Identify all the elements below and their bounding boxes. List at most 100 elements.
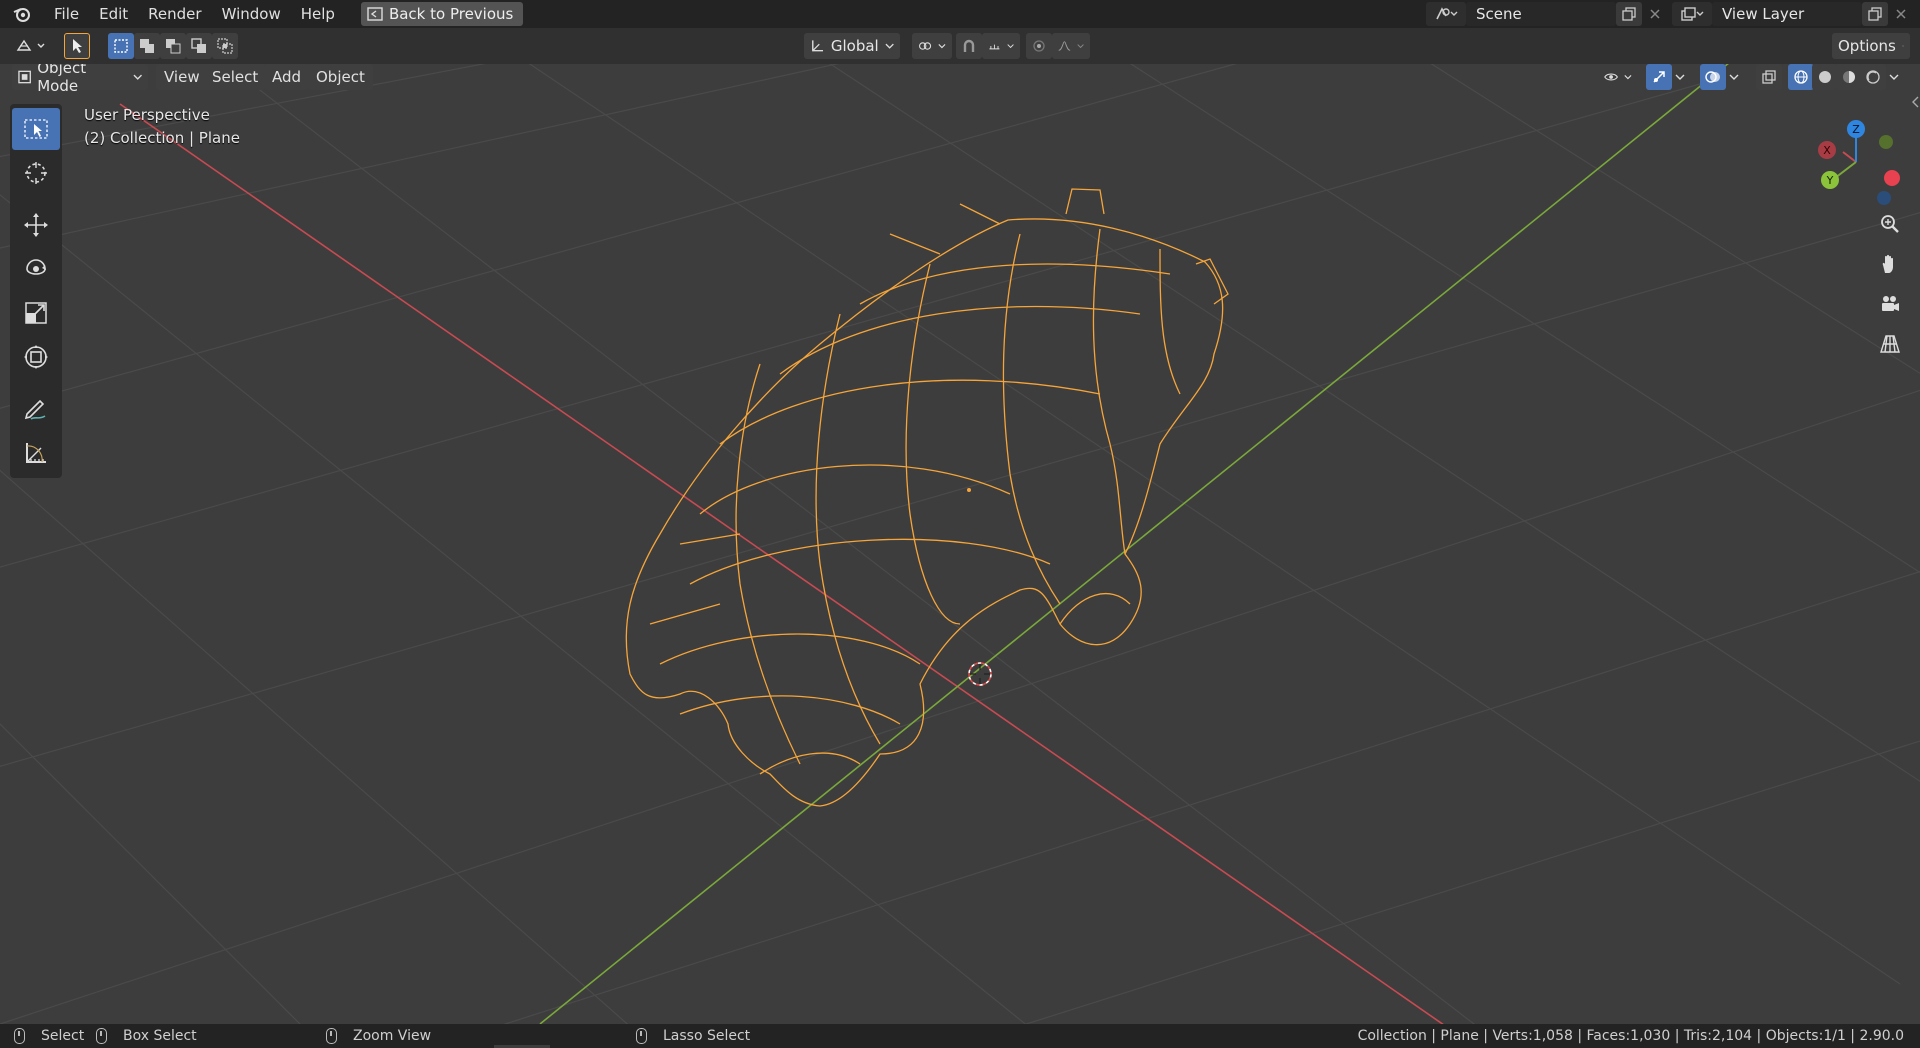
top-menu-bar: File Edit Render Window Help Back to Pre… xyxy=(0,0,1920,28)
tool-rotate-icon[interactable] xyxy=(12,248,60,290)
select-mode-intersect-icon[interactable] xyxy=(212,33,238,59)
status-select-hint: Select xyxy=(14,1024,84,1048)
gizmo-z-label: Z xyxy=(1852,123,1860,136)
tool-transform-icon[interactable] xyxy=(12,336,60,378)
blender-logo-icon[interactable] xyxy=(0,0,44,28)
status-bar: Select Box Select Zoom View Lasso Select… xyxy=(0,1024,1920,1048)
status-lasso-select-label: Lasso Select xyxy=(663,1028,751,1044)
gizmo-x-label: X xyxy=(1823,144,1831,157)
x-axis-line xyxy=(119,103,1444,1024)
pivot-point-dropdown[interactable] xyxy=(912,33,952,59)
scene-duplicate-icon[interactable] xyxy=(1616,2,1642,26)
shading-rendered-icon[interactable] xyxy=(1860,64,1886,90)
chevron-down-icon xyxy=(938,44,946,49)
status-box-select-label: Box Select xyxy=(123,1028,197,1044)
select-mode-new-icon[interactable] xyxy=(108,33,134,59)
chevron-down-icon xyxy=(885,43,894,49)
chevron-down-icon xyxy=(1901,45,1904,47)
options-dropdown[interactable]: Options xyxy=(1832,33,1910,59)
pivot-point-icon xyxy=(919,42,932,50)
view-layer-name-field[interactable]: View Layer xyxy=(1712,2,1862,26)
eye-icon xyxy=(1604,73,1618,81)
overlays-toggle-icon[interactable] xyxy=(1700,64,1726,90)
orientation-icon xyxy=(812,40,824,52)
xray-toggle-icon[interactable] xyxy=(1756,64,1782,90)
proportional-falloff-dropdown[interactable] xyxy=(1052,33,1090,59)
pan-hand-icon[interactable] xyxy=(1872,246,1908,282)
sidebar-toggle-chevron-icon[interactable] xyxy=(1910,94,1920,110)
floor-grid xyxy=(0,64,1920,1024)
menu-window[interactable]: Window xyxy=(212,0,291,28)
options-label: Options xyxy=(1838,37,1896,55)
status-lasso-select-hint: Lasso Select xyxy=(636,1024,750,1048)
shading-solid-icon[interactable] xyxy=(1812,64,1838,90)
tool-annotate-icon[interactable] xyxy=(12,388,60,430)
gizmo-options-chevron-icon[interactable] xyxy=(1672,64,1688,90)
perspective-grid-icon[interactable] xyxy=(1872,326,1908,362)
gizmo-toggle-icon[interactable] xyxy=(1646,64,1672,90)
mouse-right-icon xyxy=(636,1028,647,1044)
proportional-editing-icon[interactable] xyxy=(1026,33,1052,59)
select-mode-difference-icon[interactable] xyxy=(186,33,212,59)
editor-type-dropdown[interactable] xyxy=(10,33,54,59)
menu-edit[interactable]: Edit xyxy=(89,0,138,28)
back-to-previous-label: Back to Previous xyxy=(388,5,514,23)
view-layer-close-icon[interactable] xyxy=(1888,2,1914,26)
selected-mesh-wireframe xyxy=(625,188,1229,807)
view-layer-duplicate-icon[interactable] xyxy=(1862,2,1888,26)
menu-file[interactable]: File xyxy=(44,0,89,28)
left-toolbar xyxy=(10,104,62,478)
gizmo-y-label: Y xyxy=(1826,174,1834,187)
back-to-previous-button[interactable]: Back to Previous xyxy=(360,2,524,26)
object-mode-dropdown[interactable]: Object Mode xyxy=(12,64,148,95)
tool-cursor-icon[interactable] xyxy=(12,152,60,194)
view-layer-browse-button[interactable] xyxy=(1672,2,1712,26)
3d-viewport[interactable]: Object Mode View Select Add Object User … xyxy=(0,64,1920,1024)
select-mode-subtract-icon[interactable] xyxy=(160,33,186,59)
viewport-scene xyxy=(0,64,1920,1024)
scene-statistics: Collection | Plane | Verts:1,058 | Faces… xyxy=(1357,1028,1904,1044)
overlays-options-chevron-icon[interactable] xyxy=(1726,64,1742,90)
viewport-menu-select[interactable]: Select xyxy=(204,64,267,90)
scene-name-field[interactable]: Scene xyxy=(1466,2,1616,26)
shading-wireframe-icon[interactable] xyxy=(1788,64,1814,90)
scene-selector: Scene xyxy=(1426,2,1668,26)
scene-browse-button[interactable] xyxy=(1426,2,1466,26)
menu-render[interactable]: Render xyxy=(138,0,211,28)
chevron-down-icon xyxy=(1077,44,1084,49)
transform-orientation-dropdown[interactable]: Global xyxy=(804,33,900,59)
select-mode-extend-icon[interactable] xyxy=(134,33,160,59)
chevron-down-icon xyxy=(133,74,142,80)
tool-move-icon[interactable] xyxy=(12,204,60,246)
tool-scale-icon[interactable] xyxy=(12,292,60,334)
3d-cursor-icon xyxy=(968,662,992,686)
tool-measure-icon[interactable] xyxy=(12,432,60,474)
zoom-icon[interactable] xyxy=(1872,206,1908,242)
navigation-gizmo[interactable]: X Z Y xyxy=(1808,112,1908,212)
snap-target-dropdown[interactable] xyxy=(982,33,1020,59)
object-mode-icon xyxy=(18,70,31,84)
camera-view-icon[interactable] xyxy=(1872,286,1908,322)
status-box-select-hint: Box Select xyxy=(96,1024,197,1048)
viewport-menu-add[interactable]: Add xyxy=(264,64,310,90)
tool-settings-header: Global Options xyxy=(0,28,1920,64)
mouse-left-icon xyxy=(14,1028,25,1044)
mouse-drag-icon xyxy=(96,1028,107,1044)
menu-help[interactable]: Help xyxy=(291,0,345,28)
active-tool-select-icon[interactable] xyxy=(64,33,90,59)
view-layer-selector: View Layer xyxy=(1672,2,1914,26)
status-select-label: Select xyxy=(41,1028,85,1044)
mouse-middle-icon xyxy=(326,1028,337,1044)
snap-toggle-icon[interactable] xyxy=(956,33,982,59)
viewport-menu-view[interactable]: View xyxy=(156,64,208,90)
visibility-dropdown[interactable] xyxy=(1598,64,1638,90)
viewport-menu-object[interactable]: Object xyxy=(308,64,373,90)
shading-options-chevron-icon[interactable] xyxy=(1886,64,1902,90)
status-zoom-view-hint: Zoom View xyxy=(326,1024,431,1048)
view-layer-icon xyxy=(1681,7,1704,21)
shading-material-icon[interactable] xyxy=(1836,64,1862,90)
tool-select-box-icon[interactable] xyxy=(12,108,60,150)
viewport-editor-icon xyxy=(16,39,45,51)
scene-icon xyxy=(1436,7,1458,20)
scene-close-icon[interactable] xyxy=(1642,2,1668,26)
